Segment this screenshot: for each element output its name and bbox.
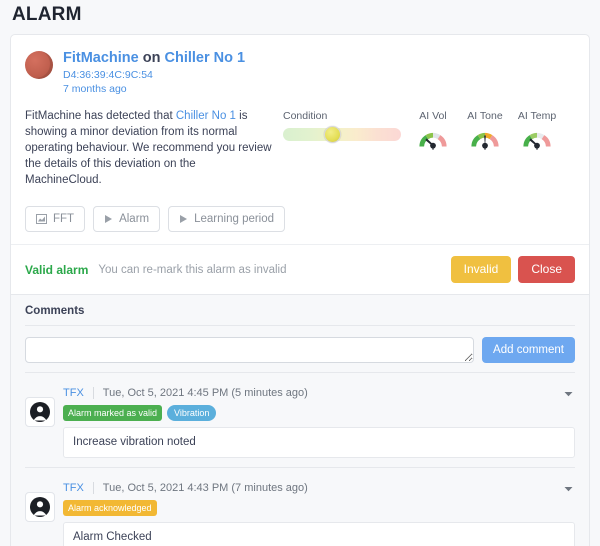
comment-badges: Alarm acknowledged: [63, 500, 575, 516]
gauge-ai-tone: AI Tone: [465, 110, 505, 150]
condition-label: Condition: [283, 110, 328, 122]
alarm-button-label: Alarm: [119, 213, 150, 225]
device-info: FitMachine on Chiller No 1 D4:36:39:4C:9…: [63, 49, 245, 96]
ai-tone-gauge-icon: [471, 132, 499, 150]
comment-meta: TFX Tue, Oct 5, 2021 4:43 PM (7 minutes …: [63, 481, 575, 495]
play-icon: [104, 214, 113, 224]
comment-menu-button[interactable]: [561, 481, 575, 495]
page-title: ALARM: [12, 4, 82, 25]
device-avatar-icon: [25, 51, 53, 79]
comment-timestamp: Tue, Oct 5, 2021 4:43 PM (7 minutes ago): [102, 482, 308, 494]
tag-badge: Vibration: [167, 405, 217, 421]
alarm-description: FitMachine has detected that Chiller No …: [25, 108, 275, 188]
status-badge: Valid alarm: [25, 262, 89, 277]
device-header: FitMachine on Chiller No 1 D4:36:39:4C:9…: [25, 49, 575, 96]
chevron-down-icon: [564, 479, 573, 497]
gauge-ai-temp-label: AI Temp: [517, 110, 557, 122]
avatar: [25, 397, 55, 427]
device-title: FitMachine on Chiller No 1: [63, 49, 245, 67]
validity-hint: You can re-mark this alarm as invalid: [98, 263, 287, 276]
learning-period-button-label: Learning period: [194, 213, 275, 225]
comment-author: TFX: [63, 482, 84, 494]
close-button[interactable]: Close: [518, 256, 575, 283]
chevron-down-icon: [564, 384, 573, 402]
comment-text: Increase vibration noted: [63, 427, 575, 458]
alarm-button[interactable]: Alarm: [93, 206, 161, 232]
comment-body: TFX Tue, Oct 5, 2021 4:43 PM (7 minutes …: [63, 481, 575, 546]
comment-menu-button[interactable]: [561, 386, 575, 400]
add-comment-row: Add comment: [25, 337, 575, 363]
alarm-page: ALARM FitMachine on Chiller No 1 D4:36:3…: [0, 0, 600, 546]
alarm-description-part1: FitMachine has detected that: [25, 110, 176, 122]
list-item: TFX Tue, Oct 5, 2021 4:43 PM (7 minutes …: [25, 467, 575, 546]
alarm-summary-section: FitMachine on Chiller No 1 D4:36:39:4C:9…: [11, 35, 589, 244]
ai-temp-gauge-icon: [523, 132, 551, 150]
comment-text: Alarm Checked: [63, 522, 575, 546]
invalid-button[interactable]: Invalid: [450, 256, 512, 283]
comments-section: Comments Add comment TFX Tue, Oct 5, 202…: [11, 294, 589, 546]
status-badge: Alarm acknowledged: [63, 500, 157, 516]
user-avatar-icon: [30, 402, 50, 422]
asset-name-link[interactable]: Chiller No 1: [165, 50, 246, 66]
ai-vol-gauge-icon: [419, 132, 447, 150]
comment-input[interactable]: [25, 337, 475, 363]
learning-period-button[interactable]: Learning period: [168, 206, 286, 232]
condition-slider[interactable]: [283, 126, 401, 143]
description-and-indicators: FitMachine has detected that Chiller No …: [25, 108, 575, 188]
list-item: TFX Tue, Oct 5, 2021 4:45 PM (5 minutes …: [25, 372, 575, 458]
comment-author: TFX: [63, 387, 84, 399]
gauge-ai-tone-label: AI Tone: [467, 110, 503, 122]
alarm-age: 7 months ago: [63, 83, 127, 95]
device-title-on: on: [142, 50, 161, 66]
fft-button-label: FFT: [53, 213, 75, 225]
user-avatar-icon: [30, 497, 50, 517]
alarm-card: FitMachine on Chiller No 1 D4:36:39:4C:9…: [10, 34, 590, 546]
chart-icon: [36, 214, 47, 224]
play-icon: [179, 214, 188, 224]
device-name-link[interactable]: FitMachine: [63, 50, 139, 66]
device-mac-address: D4:36:39:4C:9C:54: [63, 69, 153, 81]
avatar: [25, 492, 55, 522]
alarm-description-asset-link[interactable]: Chiller No 1: [176, 110, 236, 122]
gauge-ai-temp: AI Temp: [517, 110, 557, 150]
condition-indicator: Condition: [283, 110, 401, 143]
comment-badges: Alarm marked as valid Vibration: [63, 405, 575, 421]
gauge-ai-vol: AI Vol: [413, 110, 453, 150]
fft-button[interactable]: FFT: [25, 206, 86, 232]
comment-timestamp: Tue, Oct 5, 2021 4:45 PM (5 minutes ago): [102, 387, 308, 399]
gauge-ai-vol-label: AI Vol: [419, 110, 447, 122]
indicators: Condition AI Vol AI Tone AI Temp: [275, 108, 557, 150]
status-badge: Alarm marked as valid: [63, 405, 163, 421]
alarm-action-chips: FFT Alarm Learning period: [25, 206, 575, 232]
condition-slider-handle[interactable]: [324, 126, 342, 143]
comments-heading: Comments: [25, 305, 575, 326]
comment-meta: TFX Tue, Oct 5, 2021 4:45 PM (5 minutes …: [63, 386, 575, 400]
comment-body: TFX Tue, Oct 5, 2021 4:45 PM (5 minutes …: [63, 386, 575, 458]
add-comment-button[interactable]: Add comment: [482, 337, 575, 363]
alarm-validity-bar: Valid alarm You can re-mark this alarm a…: [11, 244, 589, 294]
